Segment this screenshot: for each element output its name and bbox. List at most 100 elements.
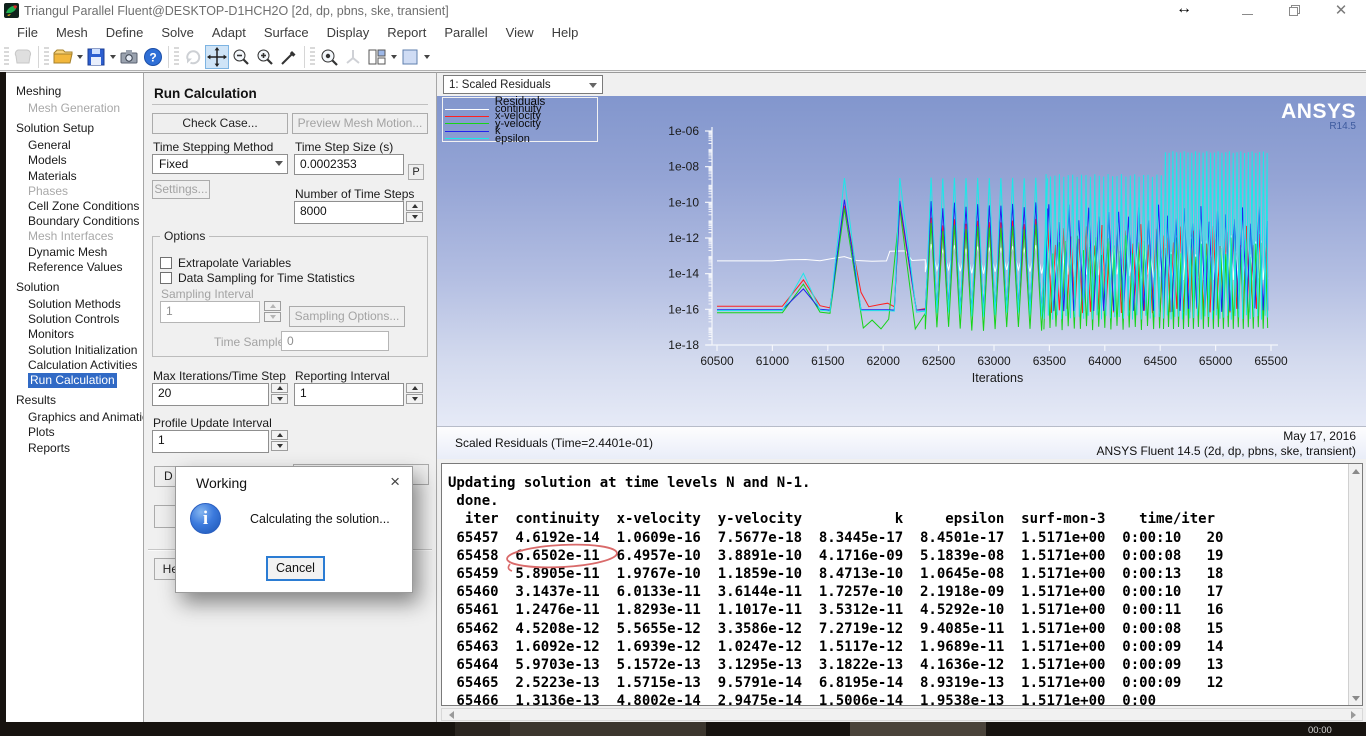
time-step-size-label: Time Step Size (s) [295, 140, 393, 154]
open-file-dropdown[interactable] [75, 45, 84, 69]
dialog-close-icon[interactable]: × [390, 472, 400, 492]
zoom-in-icon[interactable] [253, 45, 277, 69]
console-vertical-scrollbar[interactable] [1348, 464, 1362, 705]
arrange-windows-icon[interactable] [365, 45, 389, 69]
extrapolate-variables-checkbox[interactable] [160, 257, 172, 269]
sidebar-item-boundary-conditions[interactable]: Boundary Conditions [28, 214, 143, 229]
save-dropdown[interactable] [108, 45, 117, 69]
max-iterations-input[interactable]: 20 [152, 383, 269, 406]
graphics-window-selector[interactable]: 1: Scaled Residuals [443, 75, 603, 94]
display-mesh-icon[interactable] [11, 45, 35, 69]
time-step-size-input[interactable]: 0.0002353 [294, 154, 404, 175]
reporting-interval-spinner[interactable] [406, 383, 423, 405]
snapshot-icon[interactable] [117, 45, 141, 69]
sidebar-item-plots[interactable]: Plots [28, 425, 143, 440]
sidebar-item-graphics-and-animations[interactable]: Graphics and Animations [28, 410, 143, 425]
menu-solve[interactable]: Solve [152, 23, 203, 42]
sidebar-item-solution-methods[interactable]: Solution Methods [28, 297, 143, 312]
sampling-options-button[interactable]: Sampling Options... [289, 306, 405, 327]
plot-caption-title: Scaled Residuals (Time=2.4401e-01) [455, 436, 653, 450]
sidebar-item-run-calculation[interactable]: Run Calculation [28, 373, 117, 388]
max-iterations-label: Max Iterations/Time Step [153, 369, 286, 383]
sidebar-item-solution-initialization[interactable]: Solution Initialization [28, 343, 143, 358]
sidebar-item-cell-zone-conditions[interactable]: Cell Zone Conditions [28, 199, 143, 214]
sidebar-item-materials[interactable]: Materials [28, 169, 143, 184]
scroll-right-arrow[interactable] [1346, 709, 1360, 720]
menu-report[interactable]: Report [378, 23, 435, 42]
sidebar-item-monitors[interactable]: Monitors [28, 327, 143, 342]
settings-button[interactable]: Settings... [152, 180, 210, 199]
legend-swatch-y-velocity [445, 123, 489, 124]
profile-update-interval-input[interactable]: 1 [152, 430, 269, 453]
windows-taskbar[interactable]: 00:00 [0, 722, 1366, 736]
zoom-window-icon[interactable] [317, 45, 341, 69]
axes-tool-icon[interactable] [341, 45, 365, 69]
scroll-down-arrow[interactable] [1349, 691, 1362, 705]
help-icon[interactable]: ? [141, 45, 165, 69]
scroll-left-arrow[interactable] [444, 709, 458, 720]
plot-caption-app: ANSYS Fluent 14.5 (2d, dp, pbns, ske, tr… [1097, 444, 1356, 459]
title-bar: Triangul Parallel Fluent@DESKTOP-D1HCH2O… [0, 0, 1366, 22]
sidebar-item-solution-controls[interactable]: Solution Controls [28, 312, 143, 327]
console-output[interactable]: Updating solution at time levels N and N… [441, 463, 1363, 706]
number-of-time-steps-input[interactable]: 8000 [294, 201, 404, 224]
check-case-button[interactable]: Check Case... [152, 113, 288, 134]
x-tick-label: 60500 [700, 354, 734, 368]
max-iterations-spinner[interactable] [271, 383, 288, 405]
arrange-windows-dropdown[interactable] [389, 45, 398, 69]
rotate-view-icon[interactable] [181, 45, 205, 69]
legend-swatch-k [445, 131, 489, 132]
x-tick-label: 61000 [756, 354, 790, 368]
time-sampled-input: 0 [281, 331, 389, 351]
probe-icon[interactable] [277, 45, 301, 69]
preview-mesh-motion-button[interactable]: Preview Mesh Motion... [292, 113, 428, 134]
menu-view[interactable]: View [497, 23, 543, 42]
menu-display[interactable]: Display [318, 23, 379, 42]
legend-swatch-x-velocity [445, 116, 489, 117]
menu-parallel[interactable]: Parallel [435, 23, 496, 42]
profile-update-spinner[interactable] [271, 430, 288, 452]
minimize-button[interactable] [1232, 2, 1262, 20]
sidebar-item-reference-values[interactable]: Reference Values [28, 260, 143, 275]
p-button[interactable]: P [408, 164, 424, 180]
close-button[interactable]: ✕ [1326, 2, 1356, 20]
menu-file[interactable]: File [8, 23, 47, 42]
working-dialog: Working × i Calculating the solution... … [175, 466, 413, 593]
save-icon[interactable] [84, 45, 108, 69]
x-tick-label: 63000 [977, 354, 1011, 368]
sidebar-item-calculation-activities[interactable]: Calculation Activities [28, 358, 143, 373]
menu-mesh[interactable]: Mesh [47, 23, 97, 42]
console-text: Updating solution at time levels N and N… [448, 474, 1223, 711]
time-stepping-method-label: Time Stepping Method [153, 140, 273, 154]
scroll-up-arrow[interactable] [1349, 464, 1362, 478]
pan-icon[interactable] [205, 45, 229, 69]
menu-adapt[interactable]: Adapt [203, 23, 255, 42]
legend-entry-epsilon: epsilon [443, 136, 597, 143]
menu-help[interactable]: Help [543, 23, 588, 42]
menu-define[interactable]: Define [97, 23, 153, 42]
sidebar-item-dynamic-mesh[interactable]: Dynamic Mesh [28, 245, 143, 260]
y-tick-label: 1e-18 [668, 338, 699, 352]
sidebar-item-models[interactable]: Models [28, 153, 143, 168]
run-calculation-panel: Run Calculation Check Case... Preview Me… [144, 72, 437, 722]
view-surface-icon[interactable] [398, 45, 422, 69]
view-surface-dropdown[interactable] [422, 45, 431, 69]
zoom-out-icon[interactable] [229, 45, 253, 69]
chevron-down-icon [391, 55, 397, 59]
toolbar-separator [304, 46, 305, 68]
menu-surface[interactable]: Surface [255, 23, 318, 42]
x-tick-label: 62500 [922, 354, 956, 368]
time-stepping-method-select[interactable]: Fixed [152, 154, 288, 174]
resize-cursor-icon: ↔ [1176, 0, 1192, 18]
time-steps-spinner[interactable] [406, 201, 423, 223]
open-file-icon[interactable] [51, 45, 75, 69]
console-horizontal-scrollbar[interactable] [441, 708, 1363, 721]
sidebar-item-general[interactable]: General [28, 138, 143, 153]
reporting-interval-input[interactable]: 1 [294, 383, 404, 406]
sidebar-item-reports[interactable]: Reports [28, 441, 143, 456]
sampling-interval-label: Sampling Interval [161, 287, 254, 301]
sampling-interval-input[interactable]: 1 [160, 301, 260, 323]
restore-button[interactable] [1279, 2, 1309, 20]
data-sampling-checkbox[interactable] [160, 272, 172, 284]
cancel-button[interactable]: Cancel [266, 556, 325, 581]
